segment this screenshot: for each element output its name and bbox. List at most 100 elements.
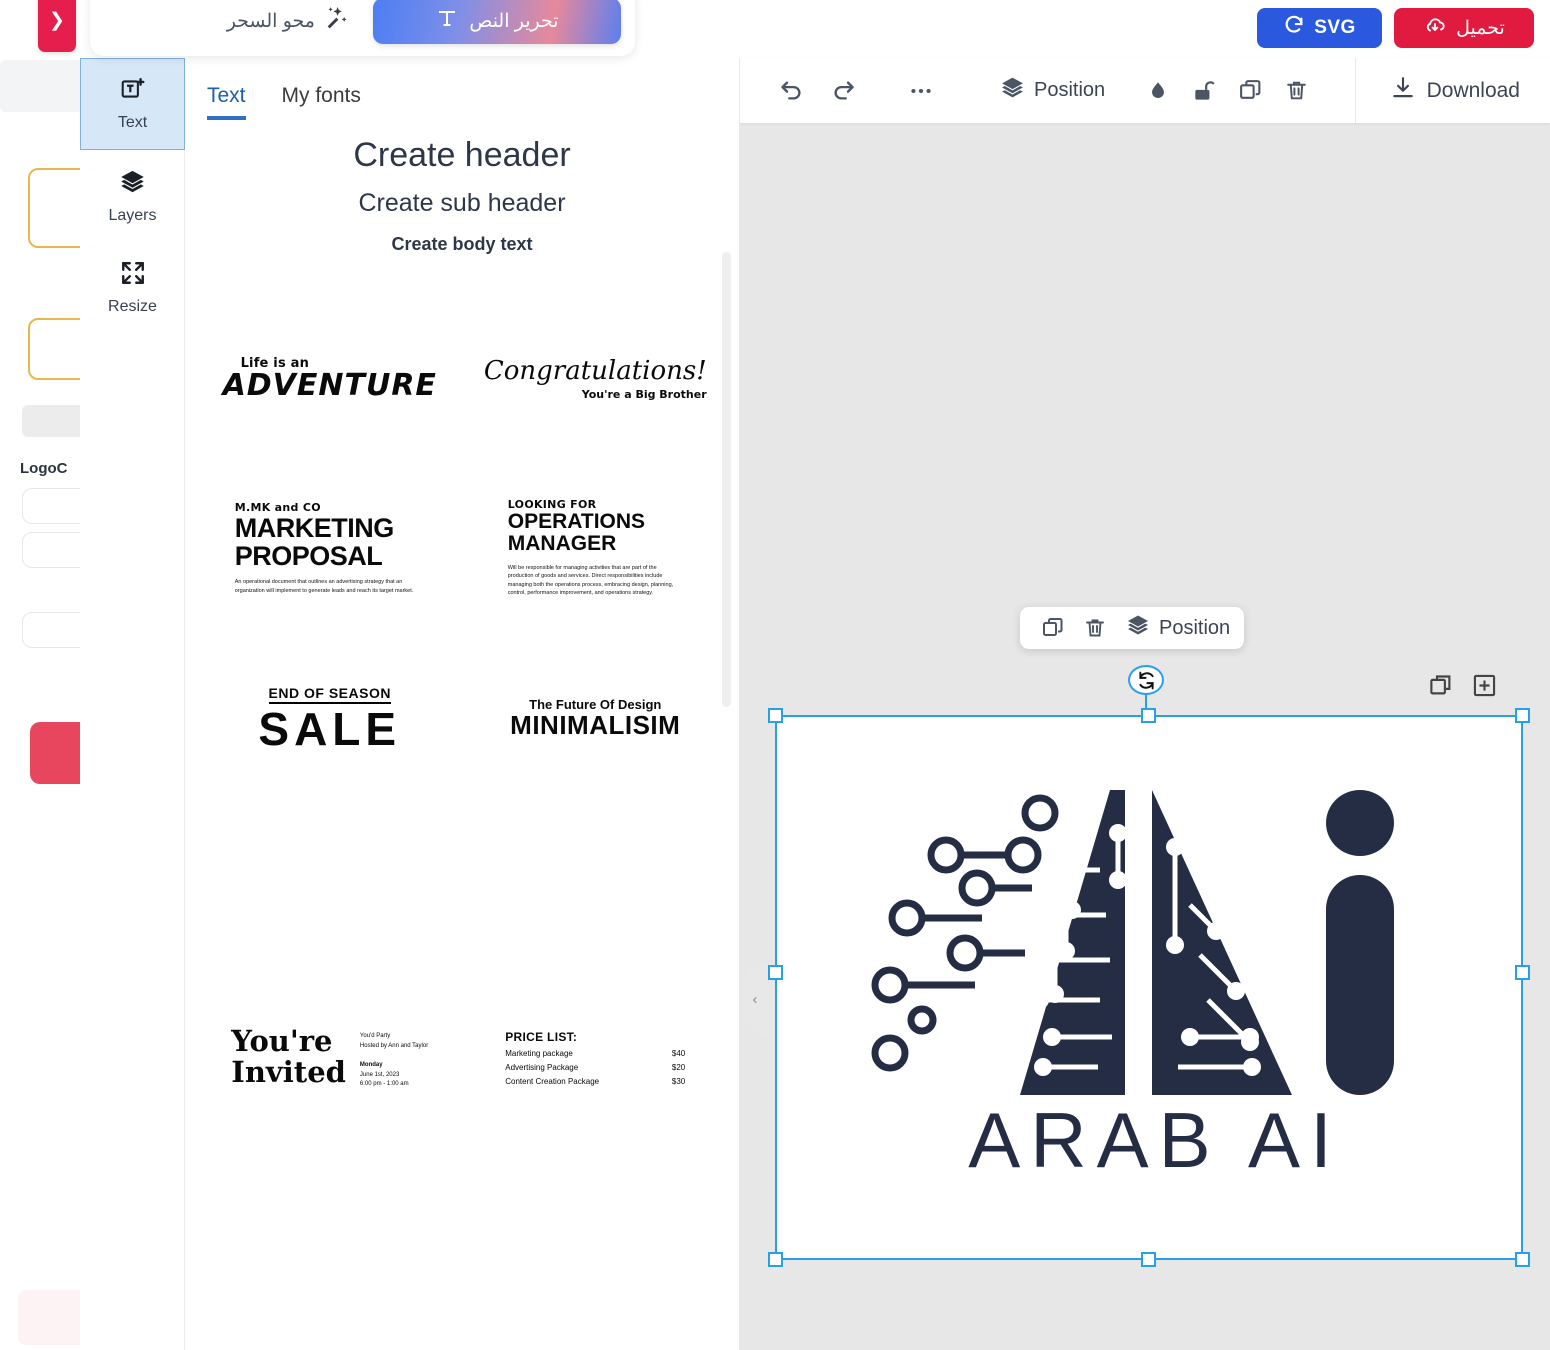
download-label-ar: تحميل <box>1456 17 1505 39</box>
duplicate-button[interactable] <box>1227 68 1273 114</box>
rotate-handle[interactable] <box>1128 665 1164 695</box>
resize-icon <box>120 260 146 291</box>
more-options-button[interactable] <box>898 68 944 114</box>
sidebar-item-text[interactable]: Text <box>80 58 185 150</box>
template-invited-main: You're Invited <box>231 1024 346 1090</box>
add-text-icon <box>120 76 146 107</box>
handle-bottom-center[interactable] <box>1141 1252 1156 1267</box>
price-row-amount: $40 <box>671 1049 686 1058</box>
template-slot-empty-b <box>463 803 729 973</box>
template-marketing-top: M.MK and CO <box>234 500 321 514</box>
panel-collapse-toggle[interactable]: ‹ <box>743 963 767 1035</box>
sidebar-item-text-label: Text <box>117 114 148 131</box>
remove-magic-button[interactable]: محو السحر <box>219 0 357 43</box>
price-row: Content Creation Package $30 <box>505 1077 685 1086</box>
float-duplicate-button[interactable] <box>1034 609 1072 647</box>
sidebar-item-resize-label: Resize <box>108 298 157 315</box>
redo-button[interactable] <box>820 68 866 114</box>
undo-button[interactable] <box>768 68 814 114</box>
template-invited-l5: 6:00 pm - 1:00 am <box>359 1081 409 1088</box>
template-invited-l2: Hosted by Ann and Taylor <box>359 1042 429 1049</box>
template-slot-empty-c <box>197 1143 463 1313</box>
download-icon <box>1390 75 1416 107</box>
selection-corner-tools <box>1428 672 1498 704</box>
position-label: Position <box>1034 79 1106 101</box>
template-grid: Life is an ADVENTURE Congratulations! Yo… <box>185 293 739 1350</box>
template-ops-main: OPERATIONS MANAGER <box>507 510 646 556</box>
template-congratulations[interactable]: Congratulations! You're a Big Brother <box>463 293 729 463</box>
refresh-icon <box>1283 14 1305 42</box>
template-quote-churchill[interactable]: "The Pessimist Sees Difficulty In Every … <box>463 1313 729 1350</box>
template-slot-empty-a <box>197 803 463 973</box>
sidebar-item-layers-label: Layers <box>108 206 157 224</box>
tab-text-label: Text <box>207 84 246 107</box>
panel-tabs: Text My fonts <box>185 58 739 120</box>
cloud-download-icon <box>1423 13 1447 43</box>
template-adventure[interactable]: Life is an ADVENTURE <box>197 293 463 463</box>
price-row: Advertising Package $20 <box>505 1063 685 1072</box>
float-position-label: Position <box>1159 616 1231 639</box>
ai-tools-bar: محو السحر تحرير النص <box>90 0 635 56</box>
template-price-list[interactable]: PRICE LIST: Marketing package $40 Advert… <box>463 973 729 1143</box>
template-minimalisim[interactable]: The Future Of Design MINIMALISIM <box>463 633 729 803</box>
float-position-button[interactable]: Position <box>1118 613 1230 643</box>
text-tool-icon <box>435 6 459 36</box>
template-adventure-main: ADVENTURE <box>222 367 437 403</box>
template-congrats-sub: You're a Big Brother <box>581 387 707 401</box>
unlock-button[interactable] <box>1181 68 1227 114</box>
form-label-logo-color: LogoC <box>20 460 68 477</box>
sidebar-expand-button[interactable]: ❯ <box>38 0 76 52</box>
remove-magic-label: محو السحر <box>226 10 315 32</box>
handle-bottom-left[interactable] <box>768 1252 783 1267</box>
price-row-name: Content Creation Package <box>505 1077 600 1086</box>
download-button-top[interactable]: تحميل <box>1394 8 1534 48</box>
canvas-toolbar: Position Download <box>740 58 1550 123</box>
svg-export-button[interactable]: SVG <box>1257 8 1382 48</box>
handle-middle-right[interactable] <box>1515 965 1530 980</box>
template-operations-manager[interactable]: LOOKING FOR OPERATIONS MANAGER Will be r… <box>463 463 729 633</box>
handle-top-center[interactable] <box>1141 708 1156 723</box>
create-sub-header-button[interactable]: Create sub header <box>185 189 739 218</box>
corner-duplicate-icon[interactable] <box>1428 672 1455 704</box>
download-button-canvas[interactable]: Download <box>1354 58 1550 123</box>
sidebar-item-resize[interactable]: Resize <box>80 242 185 334</box>
create-body-text-button[interactable]: Create body text <box>185 234 739 255</box>
tab-text[interactable]: Text <box>207 84 246 120</box>
template-minimal-main: MINIMALISIM <box>510 709 681 740</box>
price-row-amount: $20 <box>671 1063 686 1072</box>
object-float-toolbar: Position <box>1020 607 1245 649</box>
tab-my-fonts[interactable]: My fonts <box>282 84 361 120</box>
download-label: Download <box>1426 78 1520 102</box>
position-button[interactable]: Position <box>990 75 1115 106</box>
panel-scrollbar[interactable] <box>722 252 731 707</box>
template-invited-l4: June 1st, 2023 <box>359 1071 400 1078</box>
template-youre-invited[interactable]: You're Invited You'd Party Hosted by Ann… <box>197 973 463 1143</box>
template-ops-body: Will be responsible for managing activit… <box>507 564 674 597</box>
template-marketing-main: MARKETING PROPOSAL <box>234 512 395 571</box>
magic-wand-icon <box>323 5 349 37</box>
sidebar-item-layers[interactable]: Layers <box>80 150 185 242</box>
editor-tool-rail: Text Layers Resize <box>80 58 185 1350</box>
template-end-of-season-sale[interactable]: END OF SEASON SALE <box>197 633 463 803</box>
handle-bottom-right[interactable] <box>1515 1252 1530 1267</box>
create-header-button[interactable]: Create header <box>185 136 739 175</box>
price-row: Marketing package $40 <box>505 1049 685 1058</box>
handle-middle-left[interactable] <box>768 965 783 980</box>
chevron-left-icon: ‹ <box>752 990 758 1008</box>
price-row-amount: $30 <box>671 1077 686 1086</box>
logo-wordmark: ARAB AI <box>968 1096 1342 1184</box>
template-marketing-proposal[interactable]: M.MK and CO MARKETING PROPOSAL An operat… <box>197 463 463 633</box>
text-templates-panel: Text My fonts Create header Create sub h… <box>185 58 740 1350</box>
float-delete-button[interactable] <box>1076 609 1114 647</box>
template-quote-disney[interactable]: "The Best Way To Get Started Is To Quit … <box>197 1313 463 1350</box>
edit-text-button[interactable]: تحرير النص <box>373 0 621 44</box>
template-price-title: PRICE LIST: <box>505 1030 578 1044</box>
handle-top-right[interactable] <box>1515 708 1530 723</box>
price-row-name: Marketing package <box>505 1049 573 1058</box>
layers-icon <box>1000 75 1025 106</box>
handle-top-left[interactable] <box>768 708 783 723</box>
corner-add-icon[interactable] <box>1471 672 1498 704</box>
delete-button[interactable] <box>1273 68 1319 114</box>
fill-color-button[interactable] <box>1135 68 1181 114</box>
template-slot-empty-d <box>463 1143 729 1313</box>
